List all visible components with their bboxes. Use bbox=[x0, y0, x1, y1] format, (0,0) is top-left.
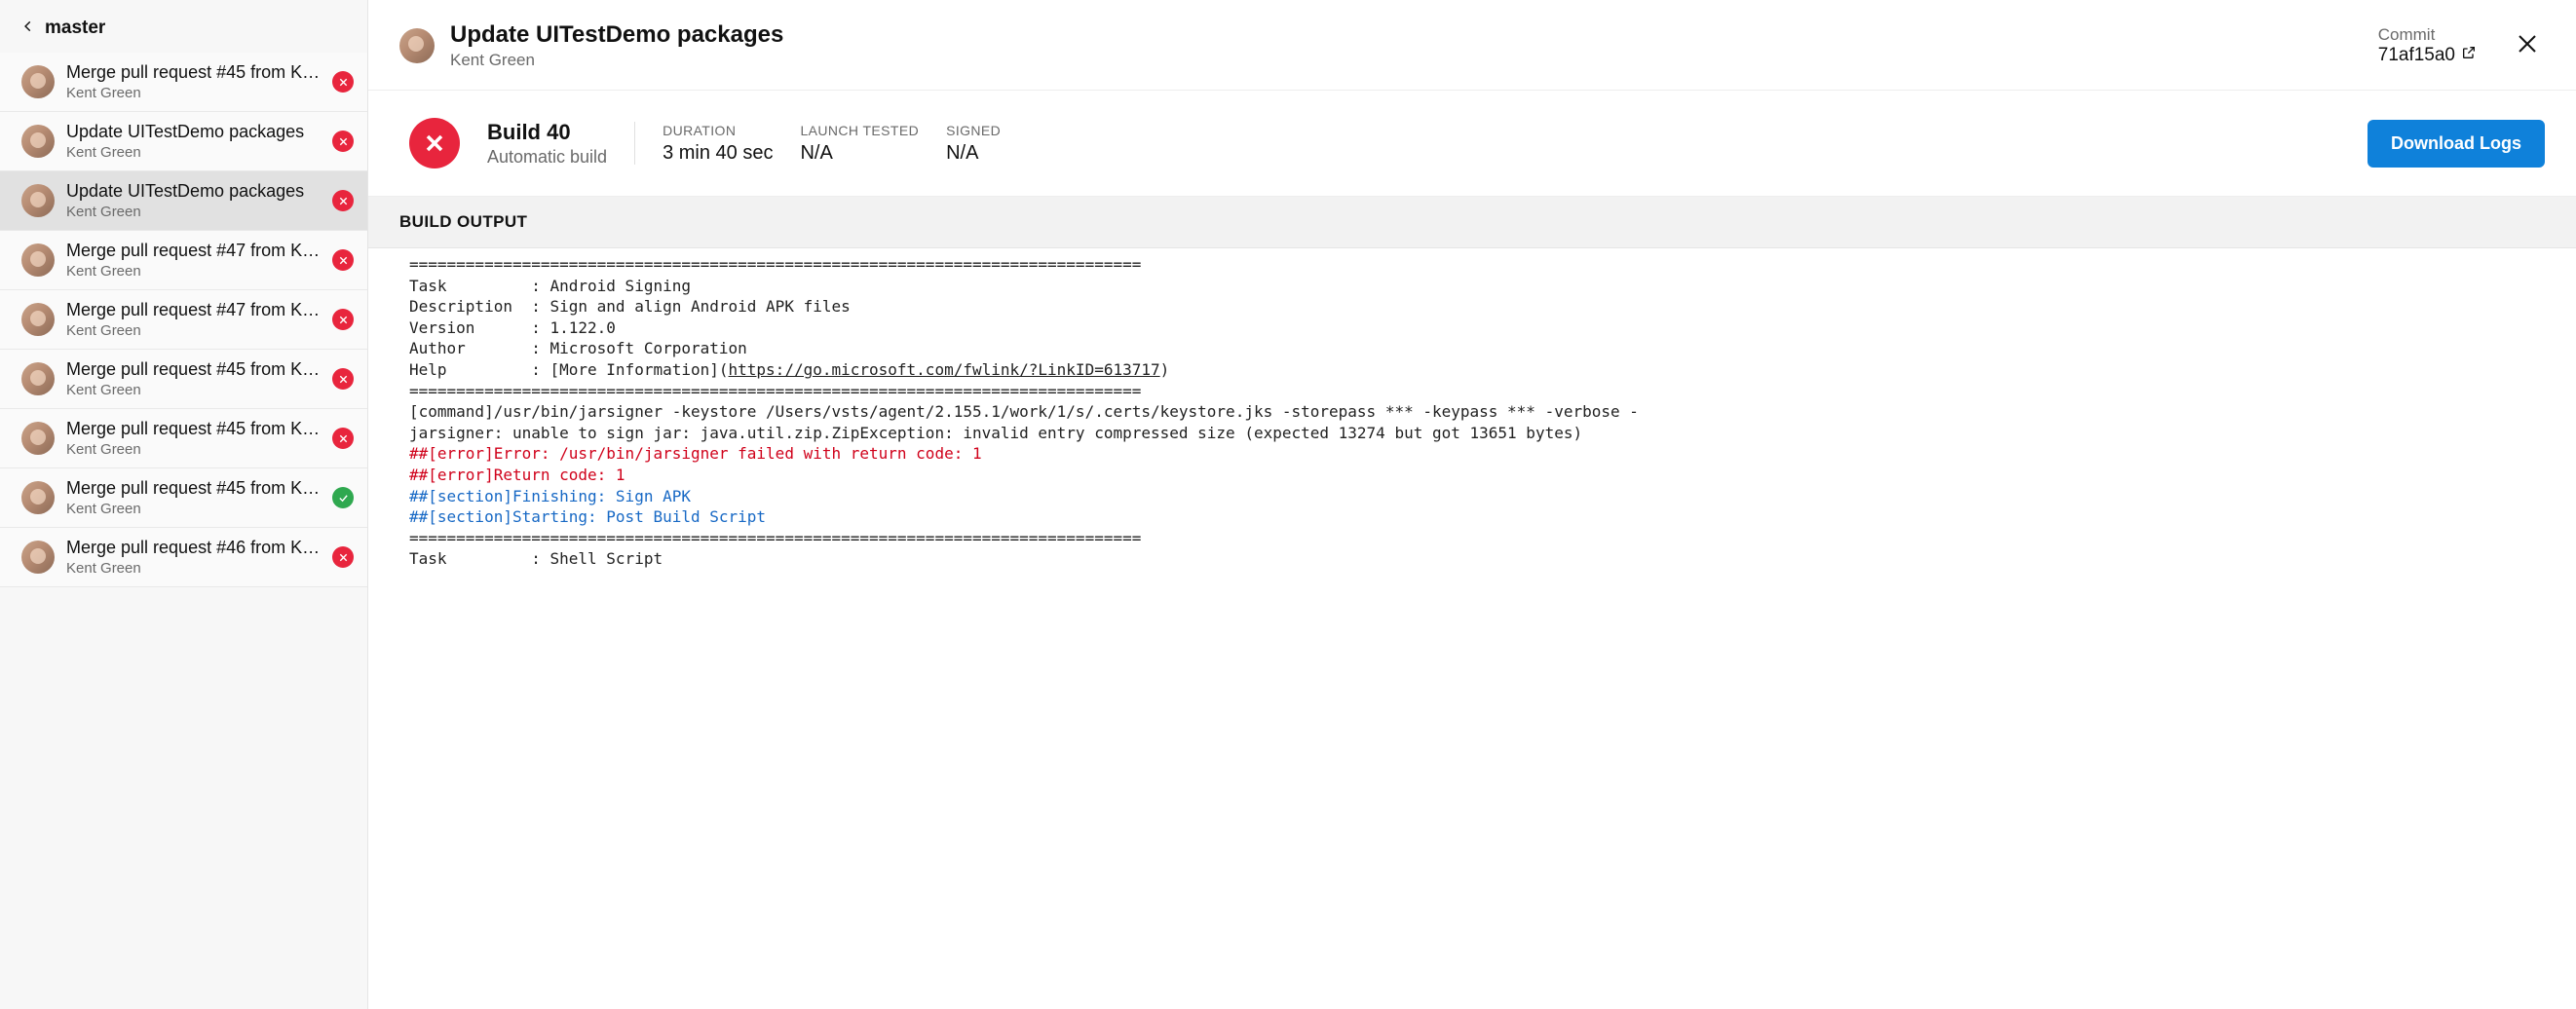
commit-label: Commit bbox=[2378, 25, 2477, 45]
log-line: ##[section]Finishing: Sign APK bbox=[368, 486, 2576, 507]
avatar bbox=[21, 362, 55, 395]
commit-item[interactable]: Merge pull request #46 from Kin… Kent Gre… bbox=[0, 528, 367, 587]
log-link[interactable]: https://go.microsoft.com/fwlink/?LinkID=… bbox=[729, 360, 1160, 379]
close-button[interactable] bbox=[2510, 26, 2545, 66]
x-icon bbox=[332, 546, 354, 568]
avatar bbox=[21, 303, 55, 336]
commit-item[interactable]: Update UITestDemo packages Kent Green bbox=[0, 112, 367, 171]
commit-item-title: Update UITestDemo packages bbox=[66, 122, 321, 142]
sidebar: master Merge pull request #45 from Kin… K… bbox=[0, 0, 368, 1009]
avatar bbox=[21, 65, 55, 98]
x-icon bbox=[332, 428, 354, 449]
commit-meta[interactable]: Commit 71af15a0 bbox=[2378, 25, 2477, 66]
commit-item-author: Kent Green bbox=[66, 144, 321, 161]
commit-item-title: Merge pull request #45 from Kin… bbox=[66, 419, 321, 439]
log-line: ========================================… bbox=[368, 528, 2576, 549]
commit-list[interactable]: Merge pull request #45 from Kin… Kent Gre… bbox=[0, 53, 367, 1009]
x-icon bbox=[332, 368, 354, 390]
log-line: ##[section]Starting: Post Build Script bbox=[368, 506, 2576, 528]
log-line: Description : Sign and align Android APK… bbox=[368, 296, 2576, 318]
check-icon bbox=[332, 487, 354, 508]
avatar bbox=[21, 184, 55, 217]
commit-item-author: Kent Green bbox=[66, 441, 321, 458]
duration-label: DURATION bbox=[663, 123, 773, 138]
commit-item-title: Merge pull request #46 from Kin… bbox=[66, 538, 321, 558]
build-id: Build 40 bbox=[487, 120, 607, 145]
x-icon bbox=[332, 309, 354, 330]
commit-item-author: Kent Green bbox=[66, 204, 321, 220]
build-type: Automatic build bbox=[487, 147, 607, 168]
main-panel: Update UITestDemo packages Kent Green Co… bbox=[368, 0, 2576, 1009]
build-output-header: BUILD OUTPUT bbox=[368, 197, 2576, 248]
commit-item-title: Merge pull request #45 from Kin… bbox=[66, 62, 321, 83]
commit-item-title: Merge pull request #47 from Kin… bbox=[66, 300, 321, 320]
branch-back[interactable]: master bbox=[0, 0, 367, 53]
log-line: Help : [More Information](https://go.mic… bbox=[368, 359, 2576, 381]
commit-author: Kent Green bbox=[450, 51, 2363, 70]
commit-item-author: Kent Green bbox=[66, 263, 321, 280]
commit-item[interactable]: Merge pull request #47 from Kin… Kent Gre… bbox=[0, 231, 367, 290]
commit-item-author: Kent Green bbox=[66, 501, 321, 517]
x-icon bbox=[332, 71, 354, 93]
launch-tested-value: N/A bbox=[800, 142, 919, 165]
commit-item-author: Kent Green bbox=[66, 560, 321, 577]
log-line: ========================================… bbox=[368, 254, 2576, 276]
avatar bbox=[21, 243, 55, 277]
divider bbox=[634, 122, 635, 165]
log-line: ========================================… bbox=[368, 381, 2576, 402]
commit-item[interactable]: Merge pull request #45 from Kin… Kent Gre… bbox=[0, 53, 367, 112]
commit-header: Update UITestDemo packages Kent Green Co… bbox=[368, 0, 2576, 91]
launch-tested-label: LAUNCH TESTED bbox=[800, 123, 919, 138]
commit-item-author: Kent Green bbox=[66, 382, 321, 398]
commit-item-title: Merge pull request #45 from Kin… bbox=[66, 478, 321, 499]
x-icon bbox=[332, 131, 354, 152]
log-line: [command]/usr/bin/jarsigner -keystore /U… bbox=[368, 401, 2576, 423]
commit-item[interactable]: Merge pull request #45 from Kin… Kent Gre… bbox=[0, 409, 367, 468]
commit-item-author: Kent Green bbox=[66, 85, 321, 101]
x-icon bbox=[332, 190, 354, 211]
avatar bbox=[21, 125, 55, 158]
avatar bbox=[21, 481, 55, 514]
build-summary: Build 40 Automatic build DURATION 3 min … bbox=[368, 91, 2576, 197]
avatar bbox=[21, 422, 55, 455]
chevron-left-icon bbox=[21, 18, 35, 39]
avatar bbox=[399, 28, 435, 63]
commit-item-title: Merge pull request #47 from Kin… bbox=[66, 241, 321, 261]
x-icon bbox=[332, 249, 354, 271]
signed-label: SIGNED bbox=[946, 123, 1001, 138]
commit-item[interactable]: Update UITestDemo packages Kent Green bbox=[0, 171, 367, 231]
duration-value: 3 min 40 sec bbox=[663, 142, 773, 165]
commit-title: Update UITestDemo packages bbox=[450, 21, 2363, 49]
branch-name: master bbox=[45, 18, 105, 39]
commit-item-author: Kent Green bbox=[66, 322, 321, 339]
avatar bbox=[21, 541, 55, 574]
external-link-icon bbox=[2461, 45, 2477, 66]
log-line: Version : 1.122.0 bbox=[368, 318, 2576, 339]
commit-item[interactable]: Merge pull request #47 from Kin… Kent Gre… bbox=[0, 290, 367, 350]
commit-item[interactable]: Merge pull request #45 from Kin… Kent Gre… bbox=[0, 468, 367, 528]
log-line: ##[error]Error: /usr/bin/jarsigner faile… bbox=[368, 443, 2576, 465]
commit-sha: 71af15a0 bbox=[2378, 45, 2455, 66]
download-logs-button[interactable]: Download Logs bbox=[2368, 120, 2545, 168]
signed-value: N/A bbox=[946, 142, 1001, 165]
build-status-icon bbox=[409, 118, 460, 168]
log-line: jarsigner: unable to sign jar: java.util… bbox=[368, 423, 2576, 444]
commit-item-title: Update UITestDemo packages bbox=[66, 181, 321, 202]
commit-item-title: Merge pull request #45 from Kin… bbox=[66, 359, 321, 380]
commit-item[interactable]: Merge pull request #45 from Kin… Kent Gre… bbox=[0, 350, 367, 409]
log-line: Author : Microsoft Corporation bbox=[368, 338, 2576, 359]
log-line: ##[error]Return code: 1 bbox=[368, 465, 2576, 486]
log-line: Task : Android Signing bbox=[368, 276, 2576, 297]
log-line: Task : Shell Script bbox=[368, 548, 2576, 570]
build-output[interactable]: ========================================… bbox=[368, 248, 2576, 1009]
